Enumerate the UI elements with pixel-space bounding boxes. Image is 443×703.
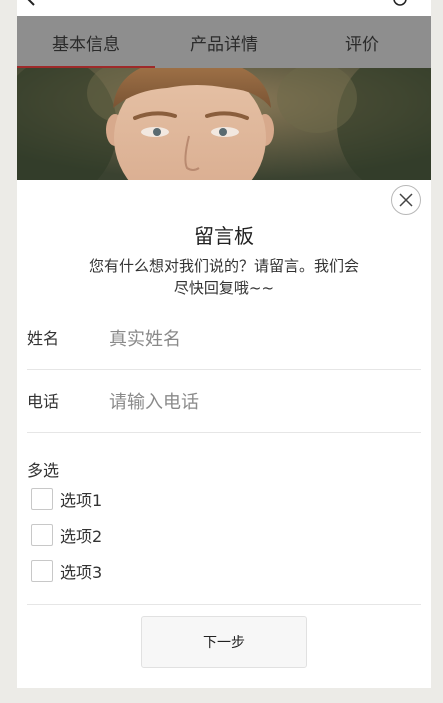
option-3-checkbox[interactable] (31, 560, 53, 582)
option-3-label: 选项3 (60, 563, 103, 582)
name-field-row: 姓名 (27, 308, 421, 370)
tab-product-details[interactable]: 产品详情 (155, 16, 293, 68)
next-step-button[interactable]: 下一步 (141, 616, 307, 668)
phone-field-row: 电话 (27, 371, 421, 433)
info-icon[interactable] (393, 0, 407, 6)
tab-bar: 基本信息 产品详情 评价 (17, 16, 431, 68)
message-board-subtitle: 您有什么想对我们说的？请留言。我们会尽快回复哦~~ (88, 257, 359, 297)
top-bar (17, 0, 431, 16)
option-1[interactable]: 选项1 (31, 487, 102, 511)
name-input[interactable] (109, 324, 409, 354)
option-2-label: 选项2 (60, 527, 103, 546)
close-icon (399, 193, 413, 207)
message-board-sheet: 留言板 您有什么想对我们说的？请留言。我们会尽快回复哦~~ 姓名 电话 多选 选… (17, 180, 431, 688)
multi-select-label: 多选 (27, 461, 60, 480)
tab-basic-info[interactable]: 基本信息 (17, 16, 155, 68)
phone-label: 电话 (27, 392, 60, 411)
name-label: 姓名 (27, 329, 60, 348)
phone-input[interactable] (109, 387, 409, 417)
option-3[interactable]: 选项3 (31, 559, 102, 583)
multi-select-group: 多选 选项1 选项2 选项3 (27, 445, 421, 605)
message-board-title: 留言板 (194, 224, 254, 248)
portrait-photo (17, 68, 431, 180)
close-button[interactable] (391, 185, 421, 215)
phone-screen: 基本信息 产品详情 评价 留言板 您有什么想对我们说的？请留言。我们会尽快回复哦… (17, 0, 431, 688)
option-2-checkbox[interactable] (31, 524, 53, 546)
hero-image (17, 68, 431, 180)
back-arrow-icon[interactable] (25, 0, 39, 6)
option-1-checkbox[interactable] (31, 488, 53, 510)
option-1-label: 选项1 (60, 491, 103, 510)
option-2[interactable]: 选项2 (31, 523, 102, 547)
tab-reviews[interactable]: 评价 (293, 16, 431, 68)
